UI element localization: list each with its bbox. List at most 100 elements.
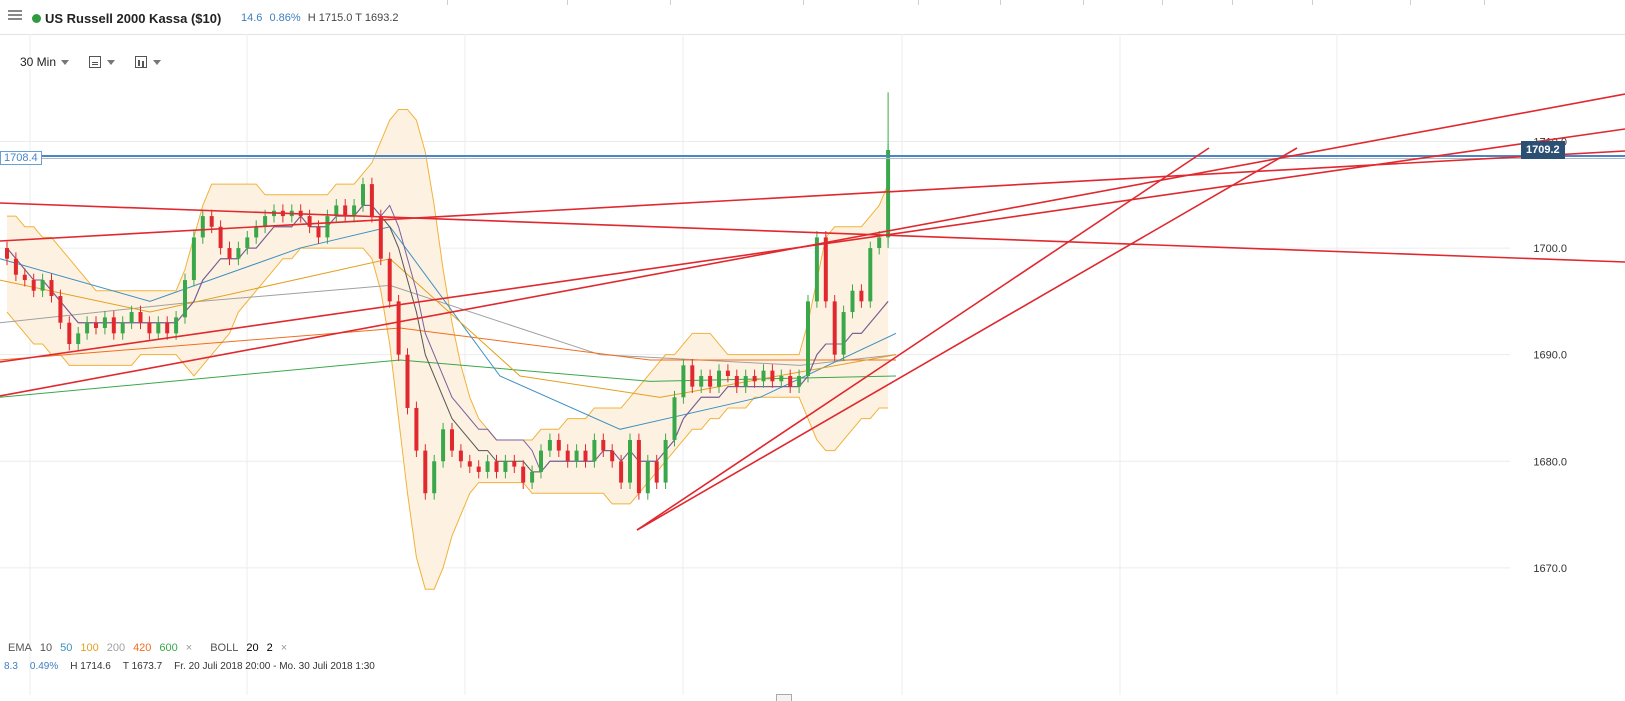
candle-body bbox=[387, 258, 392, 302]
candle-body bbox=[832, 301, 837, 355]
remove-ema-icon[interactable]: × bbox=[186, 642, 192, 654]
candle-body bbox=[22, 274, 27, 281]
tab-divider bbox=[670, 0, 671, 5]
ema-label[interactable]: EMA bbox=[8, 642, 32, 654]
candle-body bbox=[209, 216, 214, 227]
instrument-stats: 14.6 0.86% H 1715.0 T 1693.2 bbox=[241, 12, 399, 24]
horizontal-line-price-tag[interactable]: 1708.4 bbox=[0, 151, 42, 165]
chart-toolbar: 30 Min bbox=[20, 55, 162, 69]
candle-body bbox=[200, 216, 205, 238]
indicator-icon bbox=[135, 56, 148, 68]
y-tick-label: 1700.0 bbox=[1533, 243, 1567, 255]
candle-body bbox=[583, 450, 588, 462]
ema-period-420: 420 bbox=[133, 642, 152, 654]
range-info-bar: 8.3 0.49% H 1714.6 T 1673.7 Fr. 20 Juli … bbox=[4, 661, 387, 672]
chevron-down-icon bbox=[153, 59, 162, 65]
candle-body bbox=[316, 226, 321, 238]
low-value: T 1693.2 bbox=[355, 12, 399, 24]
tab-divider bbox=[1083, 0, 1084, 5]
candle-body bbox=[476, 466, 481, 472]
candle-body bbox=[743, 375, 748, 387]
range-change: 8.3 bbox=[4, 661, 18, 672]
candle-body bbox=[636, 439, 641, 494]
candle-body bbox=[94, 322, 98, 329]
candle-body bbox=[699, 375, 704, 387]
candle-body bbox=[414, 407, 419, 451]
candle-body bbox=[325, 216, 330, 238]
trend-line bbox=[636, 147, 1298, 531]
candle-body bbox=[343, 205, 348, 217]
range-change-percent: 0.49% bbox=[29, 661, 59, 672]
candle-body bbox=[102, 317, 107, 329]
candle-body bbox=[601, 439, 606, 451]
ema-period-50: 50 bbox=[60, 642, 73, 654]
candle-body bbox=[752, 375, 757, 382]
candle-body bbox=[85, 322, 90, 334]
hamburger-menu-icon[interactable] bbox=[8, 8, 22, 22]
candle-body bbox=[868, 248, 873, 302]
candle-body bbox=[227, 248, 232, 259]
candle-body bbox=[174, 317, 179, 334]
candle-body bbox=[717, 370, 721, 387]
ema-period-200: 200 bbox=[106, 642, 126, 654]
chart-type-button[interactable] bbox=[89, 56, 116, 68]
candle-body bbox=[49, 280, 54, 297]
candle-body bbox=[806, 301, 810, 376]
chevron-down-icon bbox=[107, 59, 116, 65]
candle-body bbox=[503, 461, 508, 472]
candle-body bbox=[138, 312, 143, 323]
y-tick-label: 1680.0 bbox=[1533, 456, 1567, 468]
tab-divider bbox=[1484, 0, 1485, 5]
candle-body bbox=[797, 375, 802, 387]
candle-body bbox=[120, 322, 125, 334]
tab-divider bbox=[803, 0, 804, 5]
instrument-title[interactable]: US Russell 2000 Kassa ($10) bbox=[45, 11, 221, 26]
candle-body bbox=[494, 461, 499, 472]
candle-body bbox=[539, 450, 543, 472]
boll-period: 20 bbox=[246, 642, 259, 654]
tab-divider bbox=[1000, 0, 1001, 5]
tab-divider bbox=[918, 0, 919, 5]
tab-divider bbox=[1162, 0, 1163, 5]
boll-deviation: 2 bbox=[266, 642, 273, 654]
candle-body bbox=[423, 450, 428, 494]
candle-body bbox=[645, 461, 650, 494]
candle-body bbox=[111, 317, 116, 334]
tab-divider bbox=[1232, 0, 1233, 5]
candle-body bbox=[183, 280, 187, 318]
tab-divider bbox=[447, 0, 448, 5]
candle-body bbox=[521, 466, 526, 483]
candlestick-settings-icon bbox=[89, 56, 102, 68]
candle-body bbox=[592, 439, 597, 462]
candle-body bbox=[236, 248, 241, 259]
candle-body bbox=[841, 312, 846, 355]
y-tick-label: 1670.0 bbox=[1533, 563, 1567, 575]
candle-body bbox=[67, 322, 72, 345]
candle-body bbox=[245, 237, 250, 249]
candle-body bbox=[254, 226, 259, 238]
remove-boll-icon[interactable]: × bbox=[281, 642, 287, 654]
candle-body bbox=[663, 439, 668, 483]
candle-body bbox=[31, 280, 36, 291]
candle-body bbox=[779, 375, 784, 382]
candle-body bbox=[218, 226, 223, 249]
range-high: H 1714.6 bbox=[70, 661, 111, 672]
price-chart[interactable]: 1670.01680.01690.01700.01710.0 bbox=[0, 34, 1625, 695]
candle-body bbox=[654, 461, 659, 483]
candle-body bbox=[361, 184, 365, 206]
candle-body bbox=[156, 322, 161, 334]
indicators-button[interactable] bbox=[135, 56, 162, 68]
price-change-percent: 0.86% bbox=[269, 12, 301, 24]
candle-body bbox=[191, 237, 196, 281]
boll-label[interactable]: BOLL bbox=[210, 642, 238, 654]
candle-body bbox=[725, 370, 730, 376]
y-tick-label: 1690.0 bbox=[1533, 350, 1567, 362]
candle-body bbox=[672, 397, 677, 440]
candle-body bbox=[5, 248, 9, 259]
candle-body bbox=[628, 439, 632, 483]
timeframe-dropdown[interactable]: 30 Min bbox=[20, 55, 70, 69]
candle-body bbox=[770, 370, 775, 382]
timeframe-label: 30 Min bbox=[20, 55, 57, 69]
timeline-scroll-handle[interactable] bbox=[776, 694, 792, 701]
candle-body bbox=[859, 290, 864, 302]
